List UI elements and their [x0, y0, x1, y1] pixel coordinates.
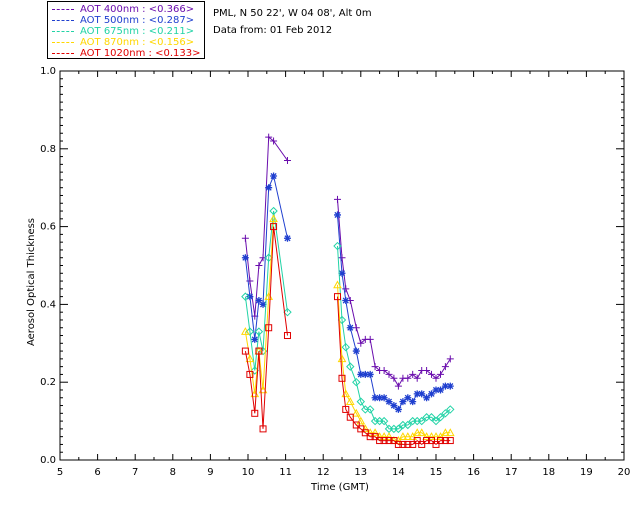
legend-item: AOT 675nm : <0.211>	[52, 26, 194, 37]
data-point	[437, 386, 445, 394]
x-tick-label: 7	[132, 467, 138, 478]
data-point	[394, 382, 402, 390]
site-info: PML, N 50 22', W 04 08', Alt 0m	[213, 8, 372, 19]
series-2	[241, 206, 455, 434]
data-point	[446, 382, 454, 390]
data-point	[352, 324, 360, 332]
legend-swatch	[52, 30, 74, 32]
x-tick-label: 20	[618, 467, 631, 478]
series-layer	[241, 133, 455, 448]
data-point	[366, 335, 374, 343]
legend-label: AOT 675nm : <0.211>	[80, 26, 195, 37]
y-axis-label: Aerosol Optical Thickness	[26, 218, 37, 346]
data-point	[418, 390, 426, 398]
data-point	[265, 184, 273, 192]
data-point	[346, 324, 354, 332]
x-tick-label: 12	[317, 467, 330, 478]
data-point	[394, 405, 402, 413]
data-point	[342, 285, 350, 293]
data-point	[423, 394, 431, 402]
x-tick-label: 14	[392, 467, 405, 478]
legend-label: AOT 870nm : <0.156>	[80, 37, 195, 48]
data-point	[380, 394, 388, 402]
series-line	[244, 226, 451, 446]
legend: AOT 400nm : <0.366> AOT 500nm : <0.287> …	[47, 1, 205, 59]
legend-swatch	[52, 8, 74, 10]
y-tick-label: 0.4	[40, 299, 56, 310]
x-tick-label: 15	[430, 467, 443, 478]
data-point	[342, 297, 350, 305]
x-tick-label: 17	[505, 467, 518, 478]
y-tick-label: 0.0	[40, 455, 56, 466]
aot-chart: 5 6 7 8 9 10 11 12 13 14 15 16 17 18 19 20 0.0 0.2 0.4 0.6 0…	[26, 66, 630, 493]
x-tick-label: 9	[207, 467, 213, 478]
data-point	[283, 234, 291, 242]
x-tick-label: 16	[467, 467, 480, 478]
data-point	[446, 355, 454, 363]
y-tick-label: 0.8	[40, 144, 56, 155]
series-4	[241, 223, 454, 448]
data-point	[441, 363, 449, 371]
legend-label: AOT 500nm : <0.287>	[80, 15, 195, 26]
data-point	[333, 195, 341, 203]
x-tick-label: 6	[94, 467, 100, 478]
data-point	[352, 347, 360, 355]
date-info: Data from: 01 Feb 2012	[213, 25, 333, 36]
data-point	[270, 172, 278, 180]
x-tick-label: 18	[542, 467, 555, 478]
legend-swatch	[52, 19, 74, 21]
data-point	[333, 211, 341, 219]
data-point	[404, 394, 412, 402]
y-tick-label: 0.2	[40, 377, 56, 388]
data-point	[255, 262, 263, 269]
data-point	[385, 398, 393, 406]
legend-item: AOT 400nm : <0.366>	[52, 4, 194, 15]
legend-label: AOT 1020nm : <0.133>	[80, 48, 201, 59]
data-point	[283, 156, 291, 164]
data-point	[409, 398, 417, 406]
legend-swatch	[52, 52, 74, 54]
legend-item: AOT 1020nm : <0.133>	[52, 48, 200, 59]
series-0	[241, 133, 454, 390]
x-axis-label: Time (GMT)	[310, 482, 369, 493]
x-tick-label: 10	[242, 467, 255, 478]
x-tick-label: 13	[354, 467, 367, 478]
data-point	[338, 254, 346, 262]
data-point	[399, 398, 407, 406]
data-point	[366, 370, 374, 378]
data-point	[246, 293, 254, 301]
legend-item: AOT 870nm : <0.156>	[52, 37, 194, 48]
data-point	[241, 254, 249, 262]
x-tick-label: 8	[170, 467, 176, 478]
plot-frame	[59, 70, 625, 461]
data-point	[251, 335, 259, 343]
x-tick-label: 11	[279, 467, 292, 478]
x-tick-label: 5	[57, 467, 63, 478]
legend-label: AOT 400nm : <0.366>	[80, 4, 195, 15]
x-tick-label: 19	[580, 467, 593, 478]
y-tick-label: 1.0	[40, 66, 56, 77]
y-tick-label: 0.6	[40, 222, 56, 233]
plot-axes: 5 6 7 8 9 10 11 12 13 14 15 16 17 18 19 20 0.0 0.2 0.4 0.6 0…	[40, 66, 630, 478]
legend-swatch	[52, 41, 74, 43]
data-point	[241, 234, 249, 242]
legend-item: AOT 500nm : <0.287>	[52, 15, 194, 26]
